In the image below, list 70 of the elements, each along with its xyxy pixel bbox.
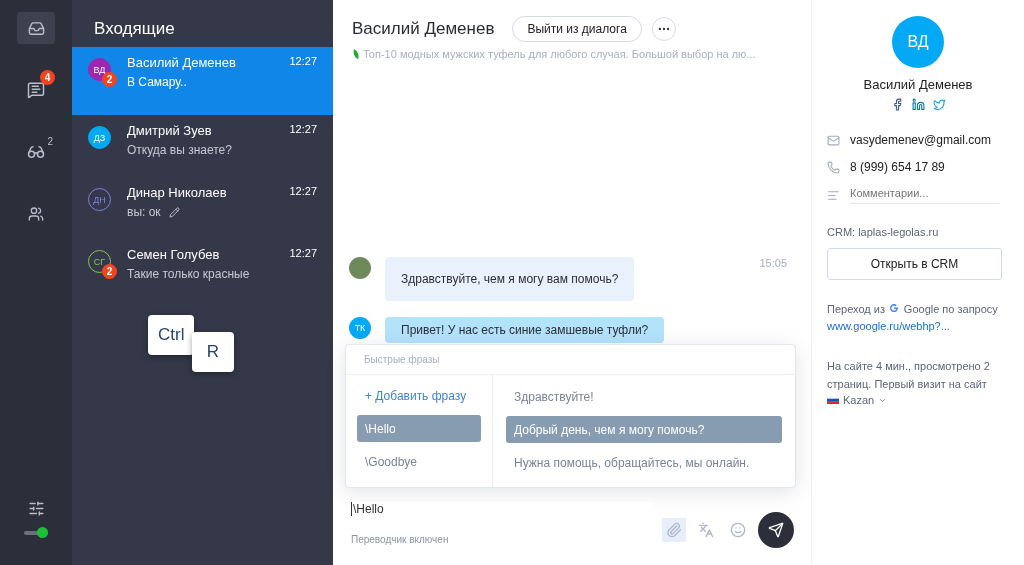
count-badge: 4: [40, 70, 55, 85]
unread-badge: 2: [102, 264, 117, 279]
page-title: Топ-10 модных мужских туфель для любого случая. Большой выбор на лю...: [363, 48, 756, 60]
leaf-icon: [353, 49, 359, 59]
contact-name: Семен Голубев: [127, 247, 220, 262]
translator-status: Переводчик включен: [351, 534, 449, 545]
mail-icon: [827, 133, 840, 147]
message-bubble: Привет! У нас есть синие замшевые туфли?: [385, 317, 665, 343]
message-time: 12:27: [289, 55, 317, 69]
referral-text: Переход из: [827, 303, 885, 315]
conversation-item[interactable]: ДЗ Дмитрий Зуев 12:27 Откуда вы знаете?: [72, 115, 333, 177]
add-phrase-link[interactable]: + Добавить фразу: [357, 383, 481, 409]
send-button[interactable]: [758, 512, 794, 548]
message-time: 12:27: [289, 123, 317, 137]
popup-title: Быстрые фразы: [346, 345, 795, 375]
conversation-item[interactable]: СГ 2 Семен Голубев 12:27 Такие только красные: [72, 239, 333, 301]
leave-dialog-button[interactable]: Выйти из диалога: [512, 16, 642, 42]
more-button[interactable]: [651, 17, 676, 41]
google-icon: [889, 303, 900, 313]
team-icon: [28, 206, 44, 222]
contact-name: Динар Николаев: [127, 185, 227, 200]
message-bubble: Здравствуйте, чем я могу вам помочь?: [385, 257, 635, 301]
shortcut-item[interactable]: \Goodbye: [357, 448, 481, 475]
phone-icon: [827, 160, 840, 174]
email-text: vasydemenev@gmail.com: [850, 133, 991, 147]
keyboard-key: Ctrl: [148, 315, 195, 355]
phone-text: 8 (999) 654 17 89: [850, 160, 945, 174]
comment-field[interactable]: Комментарии...: [850, 187, 1000, 204]
referral-text: Google по запросу: [903, 303, 998, 315]
comment-icon: [827, 189, 840, 202]
location-text: Kazan: [843, 393, 875, 408]
flag-icon: [827, 396, 839, 404]
message-time: 12:27: [289, 185, 317, 199]
list-title: Входящие: [93, 18, 176, 40]
translate-icon: [698, 522, 714, 538]
crm-label: CRM: laplas-legolas.ru: [827, 225, 940, 240]
profile-avatar: ВД: [892, 16, 944, 68]
attach-button[interactable]: [662, 518, 686, 542]
paperclip-icon: [666, 522, 682, 538]
phrase-item[interactable]: Нужна помощь, обращайтесь, мы онлайн.: [506, 449, 782, 476]
conversation-item[interactable]: ВД 2 Василий Деменев 12:27 В Самару..: [72, 47, 333, 115]
twitter-icon[interactable]: [932, 98, 946, 111]
referral-link[interactable]: www.google.ru/webhp?...: [827, 320, 950, 332]
avatar: ДЗ: [88, 126, 111, 149]
profile-name: Василий Деменев: [863, 77, 973, 92]
chat-icon: [27, 81, 45, 99]
phrase-item[interactable]: Здравствуйте!: [506, 383, 782, 410]
message-preview: вы: ок: [127, 205, 161, 219]
keyboard-key: R: [192, 332, 234, 372]
chat-title: Василий Деменев: [352, 19, 495, 39]
rail-button[interactable]: [17, 12, 55, 44]
rail-button[interactable]: 2: [17, 136, 55, 168]
send-icon: [768, 522, 784, 538]
contact-name: Дмитрий Зуев: [127, 123, 212, 138]
photo-placeholder: [349, 257, 371, 279]
visit-info: На сайте 4 мин., просмотрено 2 страниц. Первый визит на сайт: [827, 360, 990, 390]
message-preview: Такие только красные: [127, 267, 250, 281]
message-preview: Откуда вы знаете?: [127, 143, 232, 157]
message-time: 12:27: [289, 247, 317, 261]
message-time: 15:05: [759, 257, 787, 269]
avatar: ТК: [349, 317, 371, 339]
linkedin-icon[interactable]: [911, 98, 925, 111]
message-preview: В Самару..: [127, 75, 187, 89]
settings-icon[interactable]: [27, 500, 45, 517]
open-crm-button[interactable]: Открыть в CRM: [827, 248, 1002, 280]
smile-icon: [730, 522, 746, 538]
inbox-icon: [27, 19, 45, 37]
contact-name: Василий Деменев: [127, 55, 236, 70]
count-label: 2: [47, 136, 53, 147]
conversation-item[interactable]: ДН Динар Николаев 12:27 вы: ок: [72, 177, 333, 239]
